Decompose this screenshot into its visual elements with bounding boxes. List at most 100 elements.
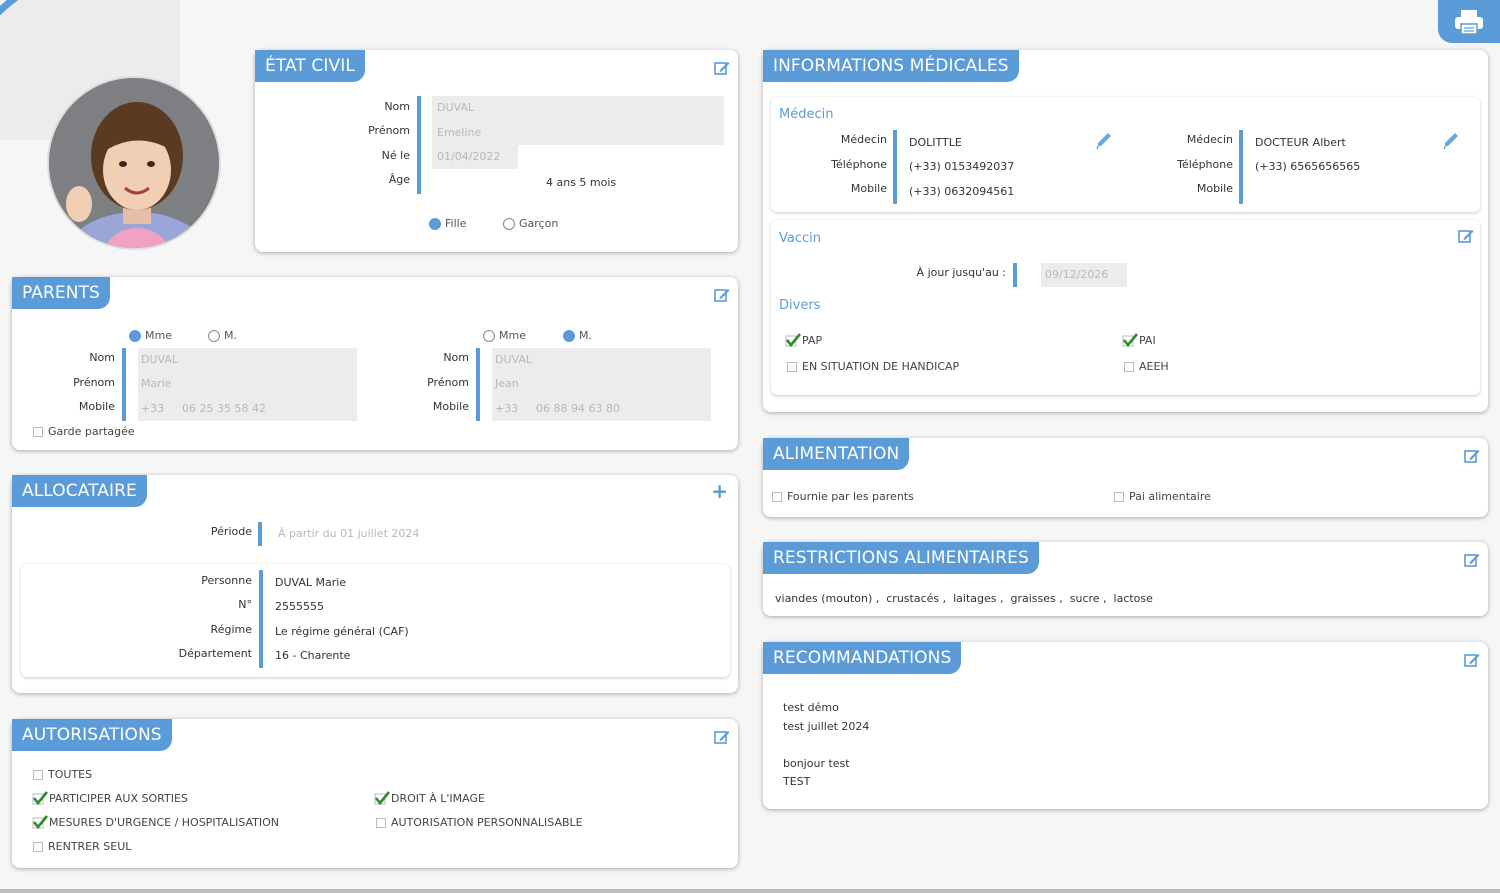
medecin2-mobile-label: Mobile [1196,182,1233,195]
parent2-mme-radio[interactable]: Mme [483,329,526,342]
allocataire-detail-panel: Personne N° Régime Département DUVAL Mar… [21,564,730,677]
edit-icon[interactable] [1464,652,1480,668]
periode-value: À partir du 01 juillet 2024 [278,527,420,540]
allocataire-title: ALLOCATAIRE [12,475,147,507]
pai-checkbox[interactable]: PAI [1122,333,1156,347]
recommandation-line: test juillet 2024 [783,720,870,733]
edit-icon[interactable] [714,729,730,745]
numero-value: 2555555 [275,600,324,613]
pencil-icon[interactable] [1443,132,1459,150]
personne-value: DUVAL Marie [275,576,347,589]
etat-civil-card: ÉTAT CIVIL Nom Prénom Né le Âge DUVAL Em… [255,50,738,252]
medecin-subtitle: Médecin [779,107,834,122]
alimentation-card: ALIMENTATION Fournie par les parents Pai… [763,438,1488,517]
medecin-panel: Médecin Médecin Téléphone Mobile DOLITTL… [771,97,1480,212]
aeeh-checkbox[interactable]: AEEH [1124,360,1169,373]
birthdate-field[interactable]: 01/04/2022 [437,150,500,163]
vaccin-panel: Vaccin À jour jusqu'au : 09/12/2026 Dive… [771,220,1480,395]
garde-partagee-checkbox[interactable]: Garde partagée [33,425,135,438]
vaccin-subtitle: Vaccin [779,231,821,246]
urgence-checkbox[interactable]: MESURES D'URGENCE / HOSPITALISATION [32,815,279,829]
printer-icon [1455,9,1483,35]
checkmark-icon [785,333,801,347]
parent1-mobile-field[interactable]: 06 25 35 58 42 [182,402,266,415]
medecin1-tel-label: Téléphone [831,158,887,171]
age-value: 4 ans 5 mois [546,176,617,189]
parent1-nom-label: Nom [89,351,115,364]
child-avatar [47,76,221,250]
edit-icon[interactable] [1458,228,1474,244]
medecin1-label: Médecin [840,133,887,146]
pap-checkbox[interactable]: PAP [785,333,822,347]
medical-title: INFORMATIONS MÉDICALES [763,50,1019,82]
parent2-m-radio[interactable]: M. [563,329,592,342]
parent2-nom-field[interactable]: DUVAL [495,353,532,366]
departement-value: 16 - Charente [275,649,351,662]
medecin1-mobile: (+33) 0632094561 [909,185,1015,198]
print-button[interactable] [1438,0,1500,43]
medecin1-name: DOLITTLE [909,136,962,149]
parent1-m-radio[interactable]: M. [208,329,237,342]
autorisation-perso-checkbox[interactable]: AUTORISATION PERSONNALISABLE [376,816,583,829]
parent2-mobile-field[interactable]: 06 88 94 63 80 [536,402,620,415]
pai-alimentaire-checkbox[interactable]: Pai alimentaire [1114,490,1211,503]
checkmark-icon [1122,333,1138,347]
checkmark-icon [32,815,48,829]
vaccin-date-field[interactable]: 09/12/2026 [1045,268,1108,281]
allocataire-card: ALLOCATAIRE + Période À partir du 01 jui… [12,475,738,693]
nom-field[interactable]: DUVAL [437,101,474,114]
parent2-nom-label: Nom [443,351,469,364]
fournie-parents-checkbox[interactable]: Fournie par les parents [772,490,914,503]
informations-medicales-card: INFORMATIONS MÉDICALES Médecin Médecin T… [763,50,1488,412]
recommandation-line: TEST [783,775,811,788]
alimentation-title: ALIMENTATION [763,438,910,470]
bottom-border [0,889,1500,893]
autorisations-card: AUTORISATIONS TOUTES PARTICIPER AUX SORT… [12,719,738,868]
medecin1-tel: (+33) 0153492037 [909,160,1015,173]
autorisations-title: AUTORISATIONS [12,719,172,751]
parent1-nom-field[interactable]: DUVAL [141,353,178,366]
parent2-mobile-label: Mobile [432,400,469,413]
parent2-prenom-label: Prénom [427,376,469,389]
garcon-radio[interactable]: Garçon [503,217,558,230]
parent1-mobile-label: Mobile [78,400,115,413]
recommandation-line: bonjour test [783,757,850,770]
restrictions-card: RESTRICTIONS ALIMENTAIRES viandes (mouto… [763,542,1488,616]
checkmark-icon [32,791,48,805]
toutes-checkbox[interactable]: TOUTES [33,768,92,781]
add-icon[interactable]: + [711,479,728,503]
medecin2-name: DOCTEUR Albert [1255,136,1346,149]
regime-value: Le régime général (CAF) [275,625,409,638]
recommandation-line: test démo [783,701,839,714]
sorties-checkbox[interactable]: PARTICIPER AUX SORTIES [32,791,188,805]
etat-civil-title: ÉTAT CIVIL [255,50,365,82]
checkmark-icon [374,791,390,805]
parents-title: PARENTS [12,277,110,309]
restrictions-title: RESTRICTIONS ALIMENTAIRES [763,542,1039,574]
pencil-icon[interactable] [1096,132,1112,150]
handicap-checkbox[interactable]: EN SITUATION DE HANDICAP [787,360,959,373]
restrictions-list: viandes (mouton) , crustacés , laitages … [775,592,1153,605]
vaccin-label: À jour jusqu'au : [916,266,1006,279]
medecin2-label: Médecin [1186,133,1233,146]
fille-radio[interactable]: Fille [429,217,466,230]
parent1-prenom-field[interactable]: Marie [141,377,172,390]
droit-image-checkbox[interactable]: DROIT À L'IMAGE [374,791,485,805]
numero-label: N° [238,598,252,611]
ne-le-label: Né le [381,149,410,162]
parent2-prenom-field[interactable]: Jean [495,377,519,390]
parent2-indicatif[interactable]: +33 [495,402,518,415]
parent1-indicatif[interactable]: +33 [141,402,164,415]
edit-icon[interactable] [1464,552,1480,568]
parent1-mme-radio[interactable]: Mme [129,329,172,342]
edit-icon[interactable] [1464,448,1480,464]
rentrer-seul-checkbox[interactable]: RENTRER SEUL [33,840,131,853]
age-label: Âge [388,173,410,186]
edit-icon[interactable] [714,60,730,76]
departement-label: Département [178,647,252,660]
parents-card: PARENTS Mme M. Nom Prénom Mobile DUVAL M… [12,277,738,450]
regime-label: Régime [210,623,252,636]
prenom-field[interactable]: Emeline [437,126,481,139]
divers-subtitle: Divers [779,298,821,313]
edit-icon[interactable] [714,287,730,303]
